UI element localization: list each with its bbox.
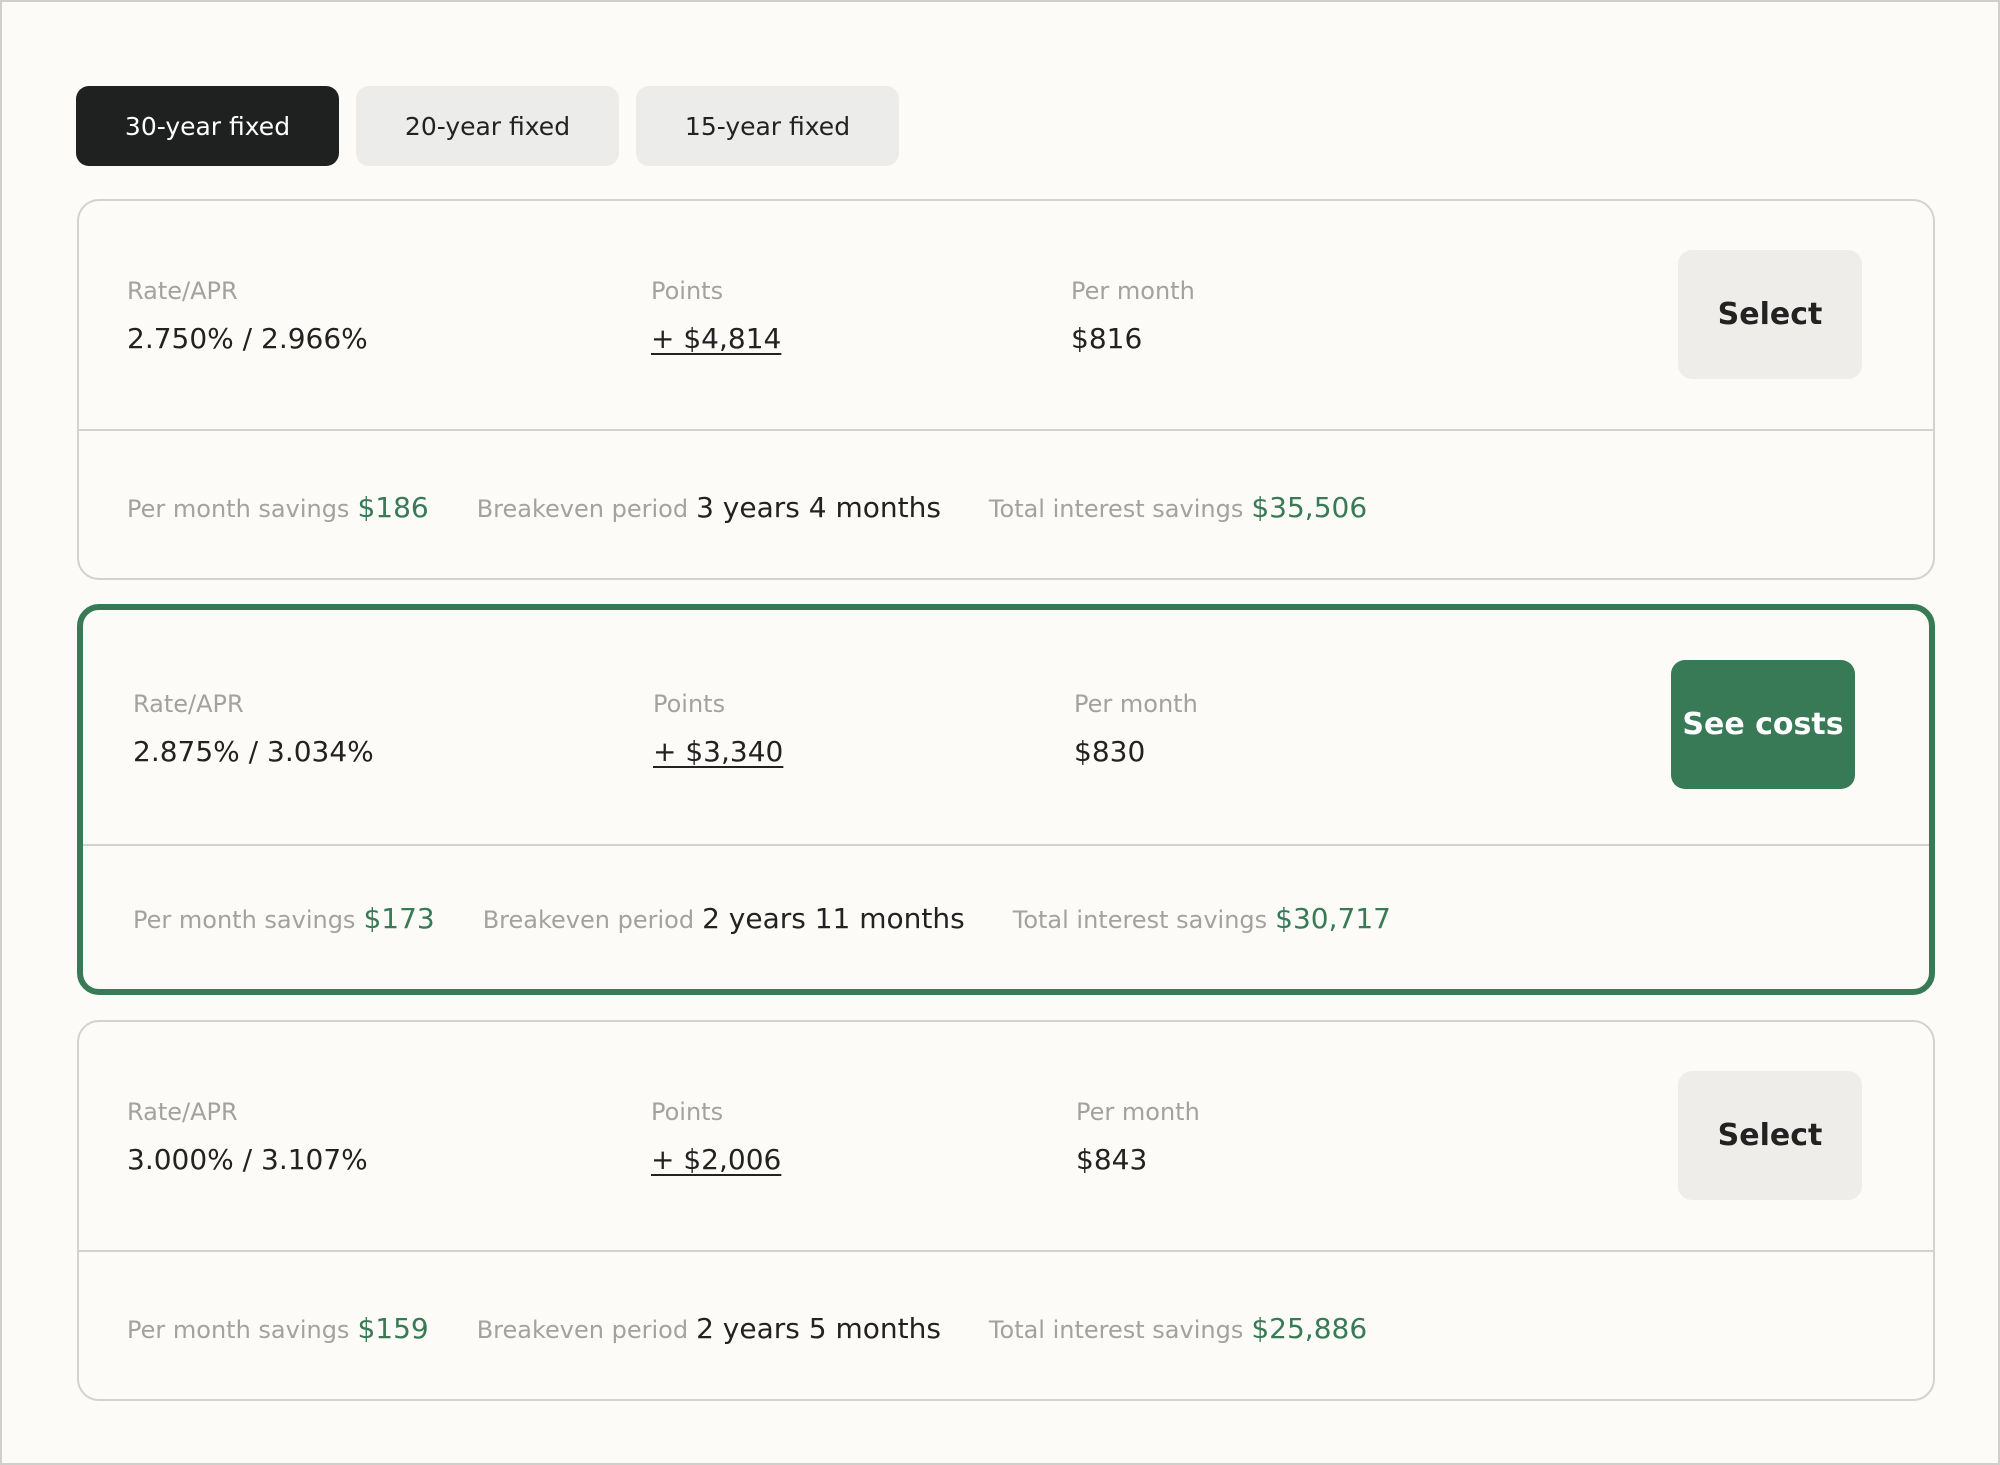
offer-stats: Per month savings $186 Breakeven period … — [127, 491, 1415, 524]
per-month-savings-value: $159 — [357, 1312, 429, 1345]
rate-options-panel: 30-year fixed 20-year fixed 15-year fixe… — [0, 0, 2000, 1465]
rate-apr-field: Rate/APR 3.000% / 3.107% — [127, 1100, 368, 1174]
see-costs-button[interactable]: See costs — [1671, 660, 1855, 789]
tab-15-year-fixed[interactable]: 15-year fixed — [636, 86, 899, 166]
rate-apr-value: 2.875% / 3.034% — [133, 735, 374, 768]
per-month-savings-label: Per month savings — [127, 1316, 350, 1344]
total-interest-savings-value: $25,886 — [1251, 1312, 1368, 1345]
select-button[interactable]: Select — [1678, 250, 1862, 379]
breakeven-period: Breakeven period 2 years 5 months — [477, 1312, 941, 1345]
offer-card-selected: Rate/APR 2.875% / 3.034% Points + $3,340… — [77, 604, 1935, 995]
breakeven-period-label: Breakeven period — [476, 1316, 689, 1344]
breakeven-period-value: 2 years 11 months — [702, 902, 965, 935]
per-month-value: $816 — [1071, 322, 1143, 355]
breakeven-period: Breakeven period 2 years 11 months — [483, 902, 965, 935]
per-month-field: Per month $843 — [1076, 1100, 1200, 1174]
total-interest-savings-value: $30,717 — [1275, 902, 1391, 935]
per-month-savings-label: Per month savings — [127, 495, 350, 523]
per-month-savings-label: Per month savings — [133, 906, 356, 934]
rate-apr-value: 3.000% / 3.107% — [127, 1143, 368, 1176]
per-month-label: Per month — [1076, 1098, 1200, 1126]
rate-apr-field: Rate/APR 2.750% / 2.966% — [127, 279, 368, 353]
points-label: Points — [651, 1098, 724, 1126]
per-month-field: Per month $830 — [1074, 692, 1198, 766]
points-link[interactable]: + $4,814 — [651, 325, 781, 353]
per-month-savings: Per month savings $159 — [127, 1312, 429, 1345]
points-label: Points — [653, 690, 726, 718]
term-tabs: 30-year fixed 20-year fixed 15-year fixe… — [76, 86, 899, 166]
total-interest-savings: Total interest savings $35,506 — [989, 491, 1367, 524]
per-month-label: Per month — [1071, 277, 1195, 305]
rate-apr-value: 2.750% / 2.966% — [127, 322, 368, 355]
per-month-label: Per month — [1074, 690, 1198, 718]
total-interest-savings: Total interest savings $25,886 — [989, 1312, 1367, 1345]
total-interest-savings-label: Total interest savings — [988, 495, 1244, 523]
breakeven-period-value: 2 years 5 months — [696, 1312, 941, 1345]
points-field: Points + $2,006 — [651, 1100, 781, 1174]
offer-card: Rate/APR 2.750% / 2.966% Points + $4,814… — [77, 199, 1935, 580]
rate-apr-field: Rate/APR 2.875% / 3.034% — [133, 692, 374, 766]
points-link[interactable]: + $3,340 — [653, 738, 783, 766]
breakeven-period: Breakeven period 3 years 4 months — [477, 491, 941, 524]
points-field: Points + $3,340 — [653, 692, 783, 766]
points-label: Points — [651, 277, 724, 305]
rate-apr-label: Rate/APR — [127, 277, 238, 305]
rate-apr-label: Rate/APR — [133, 690, 244, 718]
total-interest-savings-value: $35,506 — [1251, 491, 1368, 524]
per-month-savings: Per month savings $186 — [127, 491, 429, 524]
tab-30-year-fixed[interactable]: 30-year fixed — [76, 86, 339, 166]
total-interest-savings: Total interest savings $30,717 — [1013, 902, 1391, 935]
per-month-value: $843 — [1076, 1143, 1148, 1176]
breakeven-period-value: 3 years 4 months — [696, 491, 941, 524]
per-month-field: Per month $816 — [1071, 279, 1195, 353]
breakeven-period-label: Breakeven period — [482, 906, 695, 934]
rate-apr-label: Rate/APR — [127, 1098, 238, 1126]
offer-card: Rate/APR 3.000% / 3.107% Points + $2,006… — [77, 1020, 1935, 1401]
offer-stats: Per month savings $173 Breakeven period … — [133, 902, 1439, 935]
offer-stats: Per month savings $159 Breakeven period … — [127, 1312, 1415, 1345]
points-field: Points + $4,814 — [651, 279, 781, 353]
points-link[interactable]: + $2,006 — [651, 1146, 781, 1174]
total-interest-savings-label: Total interest savings — [1012, 906, 1268, 934]
per-month-savings-value: $186 — [357, 491, 429, 524]
select-button[interactable]: Select — [1678, 1071, 1862, 1200]
per-month-savings-value: $173 — [363, 902, 435, 935]
total-interest-savings-label: Total interest savings — [988, 1316, 1244, 1344]
breakeven-period-label: Breakeven period — [476, 495, 689, 523]
tab-20-year-fixed[interactable]: 20-year fixed — [356, 86, 619, 166]
per-month-savings: Per month savings $173 — [133, 902, 435, 935]
per-month-value: $830 — [1074, 735, 1146, 768]
